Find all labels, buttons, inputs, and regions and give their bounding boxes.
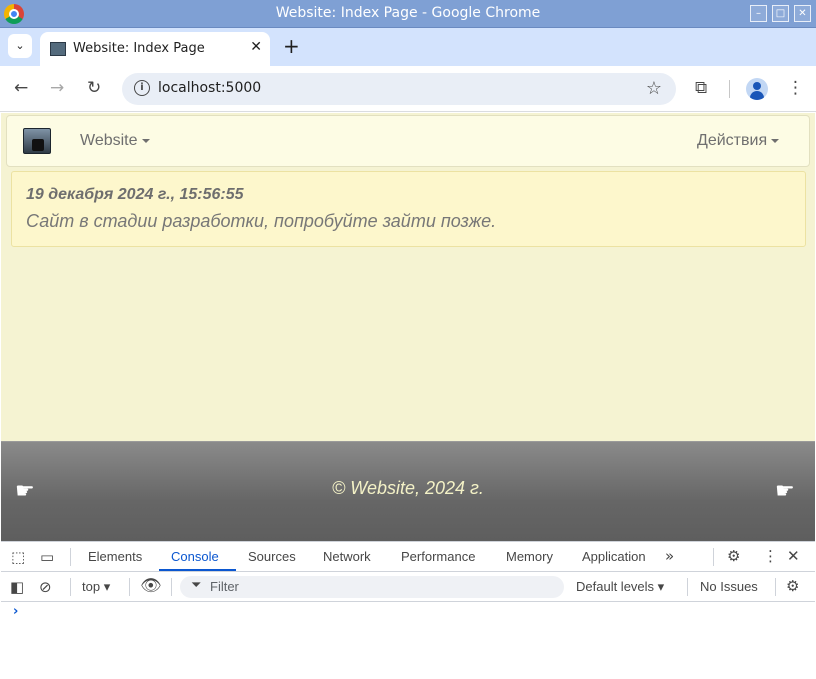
- gear-icon[interactable]: ⚙: [727, 547, 740, 565]
- caret-down-icon: [771, 138, 780, 143]
- inspect-element-icon[interactable]: ⬚: [11, 548, 25, 566]
- brand-logo-icon[interactable]: [23, 128, 51, 154]
- site-footer: ☛ © Website, 2024 г. ☛: [1, 441, 815, 541]
- url-text[interactable]: localhost:5000: [158, 80, 261, 96]
- tab-application[interactable]: Application: [582, 549, 646, 564]
- dropdown-arrow-icon: ▾: [103, 579, 111, 594]
- device-toolbar-icon[interactable]: ▭: [40, 548, 54, 566]
- context-selector[interactable]: top ▾: [82, 579, 110, 595]
- forward-icon[interactable]: →: [50, 78, 64, 98]
- devtools-divider: [775, 578, 776, 596]
- status-alert: 19 декабря 2024 г., 15:56:55 Сайт в стад…: [11, 171, 806, 247]
- filter-icon: ⏷: [191, 578, 202, 593]
- window-title-bar: Website: Index Page - Google Chrome – □ …: [0, 0, 816, 28]
- devtools-divider: [70, 578, 71, 596]
- browser-toolbar: ← → ↻ i localhost:5000 ☆ ⧉ ⋮: [0, 66, 816, 112]
- tab-performance[interactable]: Performance: [401, 549, 475, 564]
- alert-date: 19 декабря 2024 г., 15:56:55: [26, 186, 244, 203]
- tab-sources[interactable]: Sources: [248, 549, 296, 564]
- tab-console[interactable]: Console: [171, 549, 219, 564]
- tab-close-icon[interactable]: ✕: [250, 39, 262, 55]
- devtools-divider: [70, 548, 71, 566]
- filter-placeholder: Filter: [210, 579, 239, 594]
- issues-counter[interactable]: No Issues: [700, 579, 758, 594]
- tab-memory[interactable]: Memory: [506, 549, 553, 564]
- extensions-icon[interactable]: ⧉: [695, 78, 707, 98]
- chrome-menu-icon[interactable]: ⋮: [787, 78, 804, 98]
- pointing-hand-right-icon[interactable]: ☛: [775, 480, 795, 504]
- tab-search-button[interactable]: ⌄: [8, 34, 32, 58]
- site-info-icon[interactable]: i: [134, 80, 150, 96]
- devtools-divider: [129, 578, 130, 596]
- context-label: top: [82, 579, 101, 594]
- back-icon[interactable]: ←: [14, 78, 28, 98]
- profile-avatar[interactable]: [746, 78, 768, 100]
- dropdown-arrow-icon: ▾: [657, 579, 665, 594]
- devtools-menu-icon[interactable]: ⋮: [763, 547, 778, 565]
- devtools-divider: [687, 578, 688, 596]
- console-prompt[interactable]: ›: [13, 604, 18, 619]
- devtools-divider: [713, 548, 714, 566]
- close-devtools-icon[interactable]: ✕: [787, 547, 800, 565]
- devtools-divider: [171, 578, 172, 596]
- site-navbar: Website Действия: [6, 115, 810, 167]
- tab-strip: ⌄ Website: Index Page ✕ +: [0, 28, 816, 66]
- live-expression-eye-icon[interactable]: 👁: [140, 577, 162, 595]
- active-tab-indicator: [159, 569, 236, 571]
- more-tabs-icon[interactable]: »: [665, 547, 674, 565]
- window-title: Website: Index Page - Google Chrome: [275, 5, 541, 21]
- nav-actions-label: Действия: [697, 132, 768, 149]
- caret-down-icon: [141, 138, 150, 143]
- toolbar-divider: [729, 80, 730, 98]
- alert-message: Сайт в стадии разработки, попробуйте зай…: [26, 211, 497, 231]
- devtools-panel: ⬚ ▭ Elements Console Sources Network Per…: [1, 541, 815, 679]
- tab-title: Website: Index Page: [73, 41, 205, 56]
- bookmark-star-icon[interactable]: ☆: [646, 78, 662, 99]
- log-levels-label: Default levels: [576, 579, 655, 594]
- clear-console-icon[interactable]: ⊘: [39, 578, 52, 596]
- new-tab-button[interactable]: +: [283, 34, 300, 58]
- nav-actions-dropdown[interactable]: Действия: [697, 132, 780, 150]
- nav-website-label: Website: [80, 132, 138, 149]
- devtools-tab-bar: ⬚ ▭ Elements Console Sources Network Per…: [1, 542, 815, 572]
- reload-icon[interactable]: ↻: [87, 78, 101, 98]
- address-bar[interactable]: i localhost:5000 ☆: [122, 73, 676, 105]
- site-favicon-icon: [50, 42, 66, 56]
- footer-copyright: © Website, 2024 г.: [332, 478, 484, 498]
- tab-active[interactable]: Website: Index Page ✕: [40, 32, 270, 66]
- nav-website-dropdown[interactable]: Website: [80, 132, 150, 150]
- log-levels-dropdown[interactable]: Default levels ▾: [576, 579, 664, 595]
- tab-elements[interactable]: Elements: [88, 549, 142, 564]
- tab-network[interactable]: Network: [323, 549, 371, 564]
- minimize-button[interactable]: –: [750, 5, 767, 22]
- console-settings-gear-icon[interactable]: ⚙: [786, 577, 799, 595]
- sidebar-toggle-icon[interactable]: ◧: [10, 578, 24, 596]
- maximize-button[interactable]: □: [772, 5, 789, 22]
- console-filter-input[interactable]: ⏷ Filter: [180, 576, 564, 598]
- console-toolbar: ◧ ⊘ top ▾ 👁 ⏷ Filter Default levels ▾ No…: [1, 572, 815, 602]
- window-close-button[interactable]: ✕: [794, 5, 811, 22]
